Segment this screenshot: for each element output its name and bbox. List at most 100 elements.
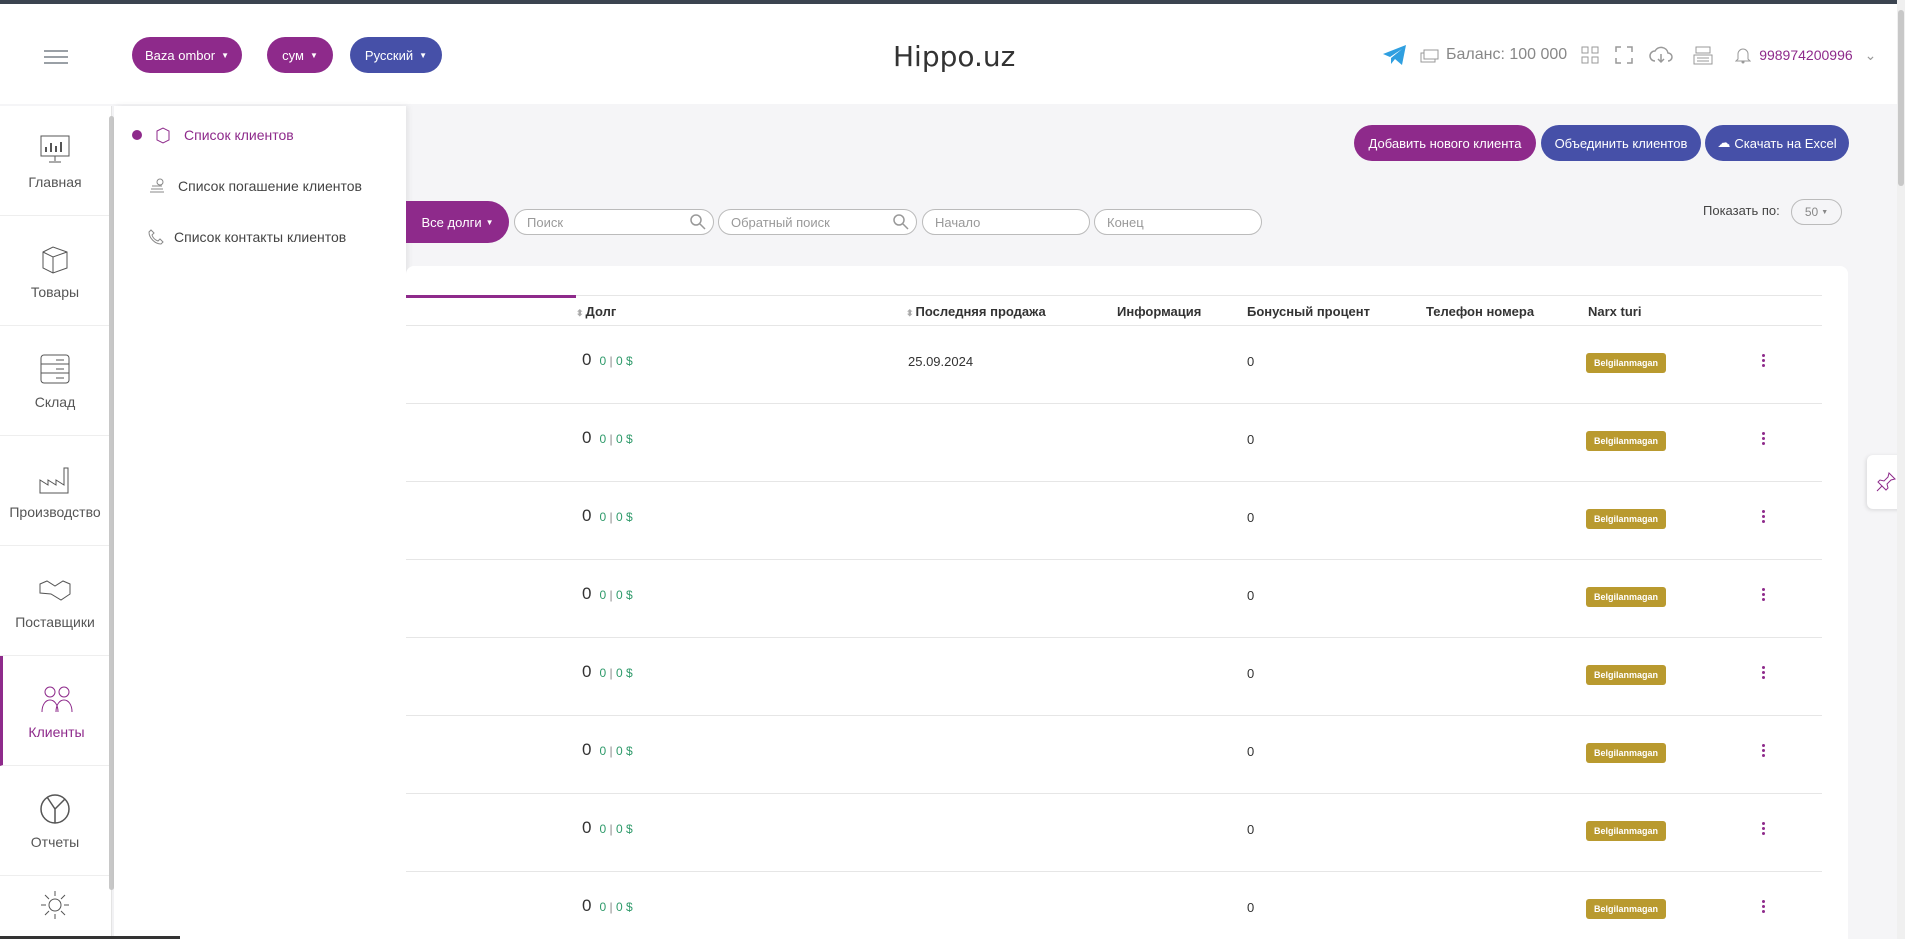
sidebar-item-home[interactable]: Главная [0,106,110,216]
end-date-input[interactable]: Конец [1094,209,1262,235]
row-actions-menu-icon[interactable] [1762,432,1766,446]
sidebar-item-settings[interactable] [0,876,110,939]
separator: | [606,744,616,758]
warehouse-label: Baza ombor [144,47,216,63]
chevron-down-icon: ▼ [1821,208,1829,216]
debt-filter-dropdown[interactable]: Все долги ▼ [406,201,509,243]
box-icon [156,127,170,144]
show-by-select[interactable]: 50 ▼ [1791,199,1842,225]
submenu-item-contacts[interactable]: Список контакты клиентов [148,229,346,245]
bonus-cell: 0 [1247,588,1255,603]
start-date-placeholder: Начало [935,214,981,230]
user-phone[interactable]: 998974200996 [1759,47,1852,63]
sidebar-item-reports[interactable]: Отчеты [0,766,110,876]
factory-icon [39,467,69,493]
debt-value: 0 [582,350,592,369]
reverse-search-input[interactable]: Обратный поиск [718,209,917,235]
bonus-cell: 0 [1247,900,1255,915]
sidebar-item-production[interactable]: Производство [0,436,110,546]
th-debt-label: Долг [585,304,617,319]
debt-usd: 0 $ [615,822,633,836]
cloud-download-icon: ☁ [1717,135,1731,150]
th-last-sale[interactable]: ⬍ Последняя продажа [906,304,1046,319]
brand-title: Hippo.uz [893,40,1016,73]
debt-usd: 0 $ [615,510,633,524]
cash-register-icon[interactable] [1693,45,1713,65]
chart-pie-icon [40,793,70,824]
sidebar-item-suppliers[interactable]: Поставщики [0,546,110,656]
table-row[interactable]: 0 0 | 0 $ 0 Belgilanmagan [406,482,1822,560]
th-bonus: Бонусный процент [1247,304,1371,319]
debt-breakdown: 0 | 0 $ [599,510,632,524]
search-icon[interactable] [689,213,707,231]
header-right: Баланс: 100 000 998974200996 ⌄ [1382,44,1876,66]
separator: | [606,354,616,368]
submenu-item-repayments[interactable]: Список погашение клиентов [148,177,362,195]
price-type-badge: Belgilanmagan [1586,821,1667,841]
sidebar-item-products[interactable]: Товары [0,216,110,326]
table-row[interactable]: 0 0 | 0 $ 0 Belgilanmagan [406,716,1822,794]
debt-value: 0 [582,428,592,447]
table-header: ⬍ Долг ⬍ Последняя продажа Информация Бону… [406,295,1822,326]
price-type-badge: Belgilanmagan [1586,431,1667,451]
table-row[interactable]: 0 0 | 0 $ 0 Belgilanmagan [406,404,1822,482]
sidebar-item-clients[interactable]: Клиенты [0,656,110,766]
warehouse-dropdown[interactable]: Baza ombor ▼ [132,37,242,73]
bonus-cell: 0 [1247,432,1255,447]
table-row[interactable]: 0 0 | 0 $ 0 Belgilanmagan [406,560,1822,638]
table-row[interactable]: 0 0 | 0 $ 0 Belgilanmagan [406,638,1822,716]
merge-clients-button[interactable]: Объединить клиентов [1541,125,1701,161]
table-row[interactable]: 0 0 | 0 $ 25.09.2024 0 Belgilanmagan [406,326,1822,404]
separator: | [606,666,616,680]
dashboard-icon [40,135,70,162]
sidebar-item-label: Клиенты [28,723,85,740]
sidebar: Главная Товары Склад Производство Постав… [0,106,112,939]
table-row[interactable]: 0 0 | 0 $ 0 Belgilanmagan [406,872,1822,939]
th-debt[interactable]: ⬍ Долг [576,304,616,319]
row-actions-menu-icon[interactable] [1762,354,1766,368]
debt-value: 0 [582,662,592,681]
debt-breakdown: 0 | 0 $ [599,354,632,368]
table-row[interactable]: 0 0 | 0 $ 0 Belgilanmagan [406,794,1822,872]
debt-value: 0 [582,740,592,759]
start-date-input[interactable]: Начало [922,209,1090,235]
row-actions-menu-icon[interactable] [1762,822,1766,836]
row-actions-menu-icon[interactable] [1762,666,1766,680]
submenu-item-label: Список погашение клиентов [178,178,362,194]
submenu-item-client-list[interactable]: Список клиентов [132,126,294,144]
search-icon[interactable] [892,213,910,231]
row-actions-menu-icon[interactable] [1762,510,1766,524]
debt-usd: 0 $ [615,354,633,368]
telegram-icon[interactable] [1382,44,1408,66]
phone-icon [148,229,164,245]
row-actions-menu-icon[interactable] [1762,744,1766,758]
sidebar-item-label: Главная [28,173,82,190]
cloud-download-icon[interactable] [1649,46,1673,64]
th-last-sale-label: Последняя продажа [915,304,1046,319]
row-actions-menu-icon[interactable] [1762,900,1766,914]
bell-icon[interactable] [1735,46,1752,64]
th-price-type: Narx turi [1588,304,1642,319]
fullscreen-icon[interactable] [1615,46,1633,64]
download-excel-label: Скачать на Excel [1734,135,1837,151]
menu-toggle-icon[interactable] [44,50,68,64]
debt-cell: 0 0 | 0 $ [582,350,633,370]
debt-cell: 0 0 | 0 $ [582,662,633,682]
download-excel-button[interactable]: ☁ Скачать на Excel [1705,125,1849,161]
search-input[interactable]: Поиск [514,209,714,235]
chevron-down-icon[interactable]: ⌄ [1865,47,1877,64]
box-icon [42,245,68,274]
language-dropdown[interactable]: Русский ▼ [350,37,442,73]
add-client-label: Добавить нового клиента [1368,135,1522,151]
th-phone: Телефон номера [1426,304,1535,319]
debt-usd: 0 $ [615,900,633,914]
currency-dropdown[interactable]: сум ▼ [267,37,333,73]
debt-usd: 0 $ [615,744,633,758]
grid-icon[interactable] [1581,46,1599,64]
page-scrollbar-thumb[interactable] [1898,10,1904,186]
row-actions-menu-icon[interactable] [1762,588,1766,602]
add-client-button[interactable]: Добавить нового клиента [1354,125,1536,161]
sidebar-item-warehouse[interactable]: Склад [0,326,110,436]
price-type-badge: Belgilanmagan [1586,743,1667,763]
bonus-cell: 0 [1247,510,1255,525]
